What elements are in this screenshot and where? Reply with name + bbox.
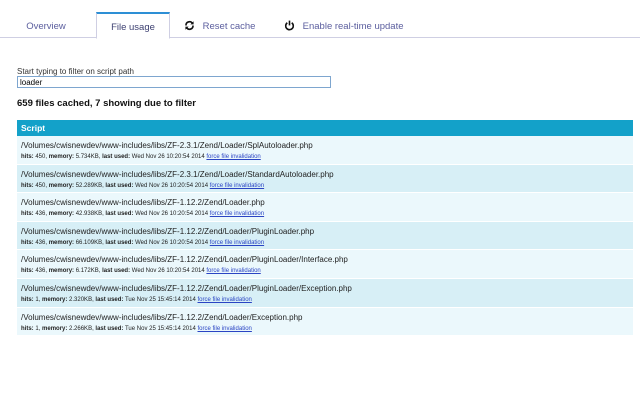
tab-bar: Overview File usage Reset cache Enable r… — [0, 0, 640, 39]
last-used-label: last used: — [105, 211, 134, 218]
script-meta: hits: 436, memory: 42.938KB, last used: … — [21, 210, 633, 219]
last-used-value: Wed Nov 26 10:20:54 2014 — [131, 268, 205, 275]
hits-label: hits: — [21, 296, 34, 303]
script-meta: hits: 436, memory: 6.172KB, last used: W… — [21, 267, 633, 276]
column-header-script: Script — [17, 120, 633, 136]
tab-enable-realtime-update[interactable]: Enable real-time update — [284, 12, 404, 39]
last-used-label: last used: — [105, 182, 134, 189]
memory-value: 5.734KB, — [75, 154, 101, 160]
memory-label: memory: — [48, 211, 75, 218]
table-row: /Volumes/cwisnewdev/www-includes/libs/ZF… — [17, 278, 633, 308]
hits-label: hits: — [21, 154, 34, 160]
filter-label: Start typing to filter on script path — [17, 67, 134, 76]
hits-value: 1, — [35, 325, 41, 332]
script-table: Script /Volumes/cwisnewdev/www-includes/… — [17, 120, 633, 337]
hits-value: 450, — [35, 154, 48, 160]
hits-value: 1, — [35, 296, 41, 303]
cache-summary: 659 files cached, 7 showing due to filte… — [17, 98, 196, 109]
hits-value: 436, — [35, 239, 48, 246]
last-used-label: last used: — [102, 268, 131, 275]
force-invalidation-link[interactable]: force file invalidation — [210, 183, 264, 189]
hits-value: 450, — [35, 182, 48, 189]
force-invalidation-link[interactable]: force file invalidation — [198, 326, 252, 332]
script-meta: hits: 450, memory: 5.734KB, last used: W… — [21, 153, 633, 162]
last-used-value: Wed Nov 26 10:20:54 2014 — [131, 154, 205, 160]
tab-label: File usage — [111, 22, 155, 33]
script-meta: hits: 1, memory: 2.266KB, last used: Tue… — [21, 325, 633, 334]
last-used-label: last used: — [105, 239, 134, 246]
table-row: /Volumes/cwisnewdev/www-includes/libs/ZF… — [17, 221, 633, 251]
memory-value: 52.289KB, — [75, 182, 104, 189]
hits-label: hits: — [21, 211, 34, 218]
memory-label: memory: — [48, 182, 75, 189]
hits-label: hits: — [21, 239, 34, 246]
tab-overview[interactable]: Overview — [14, 12, 78, 39]
last-used-value: Tue Nov 25 15:45:14 2014 — [124, 296, 196, 303]
last-used-value: Wed Nov 26 10:20:54 2014 — [135, 182, 209, 189]
memory-label: memory: — [42, 325, 68, 332]
last-used-label: last used: — [102, 154, 131, 160]
force-invalidation-link[interactable]: force file invalidation — [206, 154, 260, 160]
table-row: /Volumes/cwisnewdev/www-includes/libs/ZF… — [17, 193, 633, 222]
table-body: /Volumes/cwisnewdev/www-includes/libs/ZF… — [17, 136, 633, 337]
force-invalidation-link[interactable]: force file invalidation — [210, 240, 264, 246]
hits-value: 436, — [35, 211, 48, 218]
force-invalidation-link[interactable]: force file invalidation — [206, 268, 260, 274]
script-path: /Volumes/cwisnewdev/www-includes/libs/ZF… — [21, 198, 265, 208]
table-row: /Volumes/cwisnewdev/www-includes/libs/ZF… — [17, 250, 633, 279]
hits-label: hits: — [21, 325, 34, 332]
hits-label: hits: — [21, 182, 34, 189]
last-used-value: Wed Nov 26 10:20:54 2014 — [135, 211, 209, 218]
tab-file-usage[interactable]: File usage — [96, 12, 170, 39]
script-path: /Volumes/cwisnewdev/www-includes/libs/ZF… — [21, 141, 313, 150]
memory-label: memory: — [48, 268, 75, 275]
script-path: /Volumes/cwisnewdev/www-includes/libs/ZF… — [21, 312, 303, 322]
last-used-value: Wed Nov 26 10:20:54 2014 — [135, 239, 209, 246]
table-row: /Volumes/cwisnewdev/www-includes/libs/ZF… — [17, 164, 633, 194]
tab-label: Reset cache — [202, 21, 256, 33]
memory-value: 6.172KB, — [75, 268, 101, 275]
force-invalidation-link[interactable]: force file invalidation — [198, 297, 252, 303]
tab-label: Enable real-time update — [302, 21, 404, 33]
last-used-value: Tue Nov 25 15:45:14 2014 — [124, 325, 196, 332]
last-used-label: last used: — [95, 325, 124, 332]
memory-label: memory: — [48, 239, 75, 246]
memory-label: memory: — [48, 154, 75, 160]
hits-label: hits: — [21, 268, 34, 275]
tab-reset-cache[interactable]: Reset cache — [184, 12, 264, 39]
memory-value: 66.109KB, — [75, 239, 104, 246]
script-path: /Volumes/cwisnewdev/www-includes/libs/ZF… — [21, 226, 315, 236]
force-invalidation-link[interactable]: force file invalidation — [210, 211, 264, 217]
script-path: /Volumes/cwisnewdev/www-includes/libs/ZF… — [21, 283, 352, 293]
power-icon — [284, 20, 295, 31]
last-used-label: last used: — [95, 296, 124, 303]
tab-label: Overview — [26, 21, 66, 32]
script-meta: hits: 450, memory: 52.289KB, last used: … — [21, 182, 633, 191]
memory-value: 2.266KB, — [69, 325, 94, 332]
script-meta: hits: 436, memory: 66.109KB, last used: … — [21, 239, 633, 248]
refresh-icon — [184, 20, 195, 31]
memory-value: 2.320KB, — [69, 296, 94, 303]
script-path: /Volumes/cwisnewdev/www-includes/libs/ZF… — [21, 255, 348, 265]
table-row: /Volumes/cwisnewdev/www-includes/libs/ZF… — [17, 307, 633, 337]
script-path: /Volumes/cwisnewdev/www-includes/libs/ZF… — [21, 169, 334, 179]
memory-label: memory: — [42, 296, 68, 303]
script-meta: hits: 1, memory: 2.320KB, last used: Tue… — [21, 296, 633, 305]
memory-value: 42.938KB, — [75, 211, 104, 218]
table-row: /Volumes/cwisnewdev/www-includes/libs/ZF… — [17, 136, 633, 165]
hits-value: 436, — [35, 268, 48, 275]
filter-input[interactable] — [17, 76, 331, 88]
